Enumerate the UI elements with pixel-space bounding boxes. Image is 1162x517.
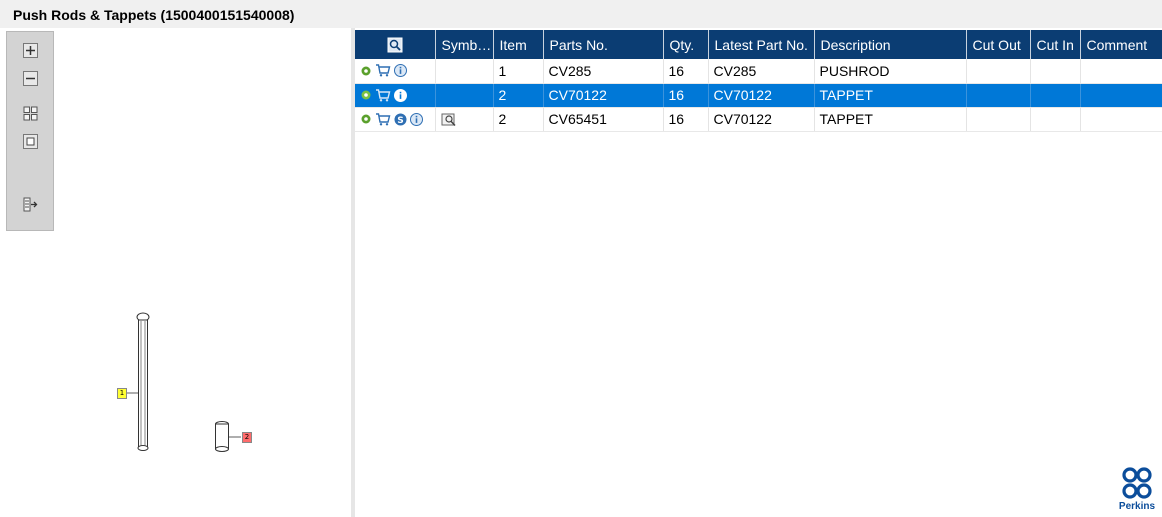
gear-icon[interactable]	[360, 113, 372, 125]
brand-logo: Perkins	[1118, 466, 1156, 514]
column-header-cut-in[interactable]: Cut In	[1030, 30, 1081, 59]
info-icon[interactable]	[410, 112, 423, 126]
fit-window-icon	[23, 134, 38, 149]
zoom-out-button[interactable]	[23, 71, 38, 86]
row-symbols	[435, 107, 494, 132]
fit-window-button[interactable]	[23, 134, 38, 149]
supersession-icon[interactable]: S	[394, 113, 407, 126]
zoom-in-icon	[23, 43, 38, 58]
row-actions	[355, 59, 436, 84]
brand-name: Perkins	[1118, 501, 1156, 512]
row-comment	[1080, 107, 1162, 132]
row-comment	[1080, 59, 1162, 84]
row-parts-no: CV65451	[543, 107, 664, 132]
row-symbols	[435, 59, 494, 84]
export-button[interactable]	[23, 197, 38, 212]
column-header-comment[interactable]: Comment	[1080, 30, 1162, 59]
row-qty: 16	[663, 59, 709, 84]
pushrod-drawing[interactable]	[125, 312, 150, 451]
row-cut-out	[966, 107, 1031, 132]
row-qty: 16	[663, 83, 709, 108]
drawing-toolbar	[6, 31, 54, 231]
table-header-row: Symb… Item Parts No. Qty. Latest Part No…	[355, 30, 1162, 59]
table-row[interactable]: S 2 CV65451 16 CV70122 TAPPET	[355, 107, 1162, 132]
row-qty: 16	[663, 107, 709, 132]
gear-icon[interactable]	[360, 65, 372, 77]
column-header-actions[interactable]	[355, 30, 436, 59]
callout-2-label: 2	[244, 433, 250, 441]
column-header-symbols[interactable]: Symb…	[435, 30, 494, 59]
magnify-search-icon	[387, 37, 403, 53]
row-description: TAPPET	[814, 83, 967, 108]
row-parts-no: CV285	[543, 59, 664, 84]
parts-table: Symb… Item Parts No. Qty. Latest Part No…	[355, 30, 1162, 132]
tappet-drawing[interactable]	[215, 421, 242, 452]
page-title: Push Rods & Tappets (1500400151540008)	[0, 0, 1162, 28]
row-cut-out	[966, 83, 1031, 108]
column-header-latest-part-no[interactable]: Latest Part No.	[708, 30, 815, 59]
gear-icon[interactable]	[360, 89, 372, 101]
row-cut-in	[1030, 59, 1081, 84]
grid-view-icon	[23, 106, 38, 121]
zoom-in-button[interactable]	[23, 43, 38, 58]
table-row[interactable]: 1 CV285 16 CV285 PUSHROD	[355, 59, 1162, 84]
zoom-out-icon	[23, 71, 38, 86]
info-icon[interactable]	[394, 88, 407, 102]
column-header-cut-out[interactable]: Cut Out	[966, 30, 1031, 59]
row-description: TAPPET	[814, 107, 967, 132]
info-icon[interactable]	[394, 64, 407, 78]
row-latest-part-no: CV70122	[708, 107, 815, 132]
column-header-qty[interactable]: Qty.	[663, 30, 709, 59]
view-drawing-icon[interactable]	[441, 113, 457, 127]
row-actions	[355, 83, 436, 108]
row-item: 2	[493, 83, 544, 108]
table-row-selected[interactable]: 2 CV70122 16 CV70122 TAPPET	[355, 83, 1162, 108]
callout-1-label: 1	[119, 389, 125, 397]
shopping-cart-icon[interactable]	[375, 88, 391, 102]
row-actions: S	[355, 107, 436, 132]
row-parts-no: CV70122	[543, 83, 664, 108]
shopping-cart-icon[interactable]	[375, 64, 391, 77]
callout-1[interactable]: 1	[117, 388, 127, 399]
svg-text:S: S	[397, 116, 403, 126]
column-header-parts-no[interactable]: Parts No.	[543, 30, 664, 59]
row-item: 2	[493, 107, 544, 132]
fit-all-button[interactable]	[23, 106, 38, 121]
column-header-item[interactable]: Item	[493, 30, 544, 59]
parts-list-pane: Symb… Item Parts No. Qty. Latest Part No…	[355, 28, 1162, 517]
row-item: 1	[493, 59, 544, 84]
column-header-description[interactable]: Description	[814, 30, 967, 59]
row-cut-in	[1030, 83, 1081, 108]
row-description: PUSHROD	[814, 59, 967, 84]
shopping-cart-icon[interactable]	[375, 112, 391, 126]
perkins-logo-icon	[1122, 467, 1152, 499]
row-cut-in	[1030, 107, 1081, 132]
export-icon	[23, 197, 38, 212]
callout-2[interactable]: 2	[242, 432, 252, 443]
row-cut-out	[966, 59, 1031, 84]
row-symbols	[435, 83, 494, 108]
row-comment	[1080, 83, 1162, 108]
row-latest-part-no: CV70122	[708, 83, 815, 108]
row-latest-part-no: CV285	[708, 59, 815, 84]
